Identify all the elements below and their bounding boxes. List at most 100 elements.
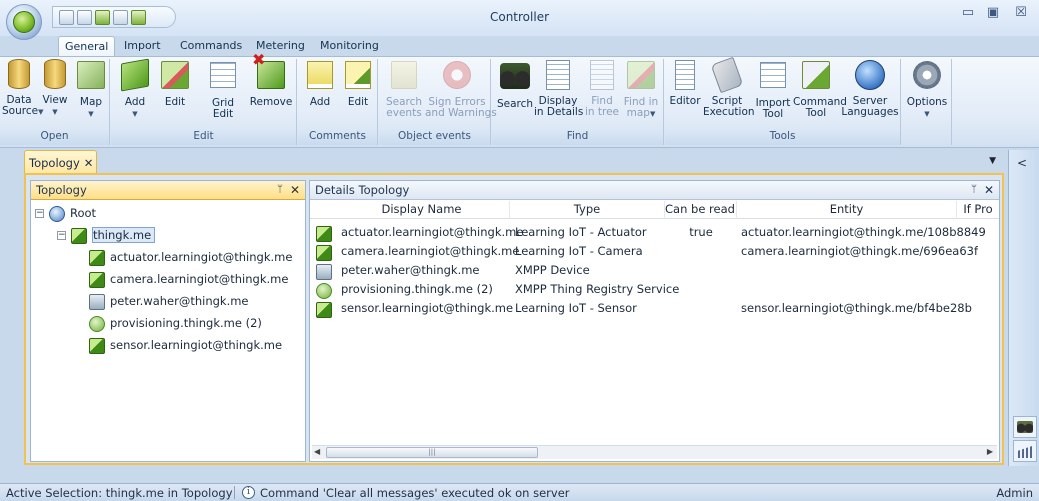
close-window-button[interactable]: ☒	[1011, 6, 1031, 22]
column-header-if-pro[interactable]: If Pro	[957, 201, 999, 219]
gear-icon	[913, 61, 941, 89]
import-icon	[760, 62, 786, 88]
cell-can-be-read	[665, 280, 737, 298]
import-tool-button[interactable]: Import Tool	[753, 59, 793, 120]
remove-node-button[interactable]: Remove	[249, 54, 293, 108]
tree-node-domain[interactable]: − thingk.me	[57, 226, 156, 244]
collapse-icon[interactable]: −	[35, 209, 44, 218]
database-icon	[8, 59, 30, 89]
cell-display-name: peter.waher@thingk.me	[341, 263, 480, 277]
side-search-button[interactable]	[1013, 416, 1037, 438]
side-chart-button[interactable]	[1013, 440, 1037, 462]
find-in-map-button[interactable]: Find in map▼	[622, 59, 660, 120]
tree-node-device[interactable]: actuator.learningiot@thingk.me	[89, 248, 292, 266]
chevron-left-icon[interactable]: <	[1017, 156, 1027, 170]
ribbon-group-label: Open	[0, 130, 109, 145]
ribbon-group-label: Object events	[379, 130, 490, 145]
green-device-icon	[89, 271, 105, 288]
registry-cube-icon	[316, 282, 332, 299]
ribbon-group-label: Find	[492, 130, 663, 145]
green-device-icon	[316, 301, 332, 318]
warning-icon	[391, 61, 417, 89]
ribbon-group-label: Edit	[111, 130, 296, 145]
chevron-down-icon[interactable]: ▼	[989, 156, 996, 166]
add-node-button[interactable]: Add ▼	[115, 58, 155, 120]
tree-node-root[interactable]: − Root	[35, 204, 96, 222]
details-pane-header: Details Topology ᛘ ✕	[310, 181, 999, 200]
column-header-type[interactable]: Type	[510, 201, 665, 219]
root-icon	[49, 205, 65, 222]
column-header-can-be-read[interactable]: Can be read.	[665, 201, 737, 219]
server-languages-button[interactable]: Server Languages	[841, 59, 899, 118]
search-events-button[interactable]: Search events	[383, 59, 425, 119]
globe-icon	[13, 11, 35, 33]
cell-display-name: sensor.learningiot@thingk.me	[341, 301, 514, 315]
close-tab-icon[interactable]: ✕	[84, 156, 94, 170]
tab-commands[interactable]: Commands	[174, 36, 248, 57]
cell-type: Learning IoT - Sensor	[515, 301, 637, 315]
tree-node-device[interactable]: peter.waher@thingk.me	[89, 292, 249, 310]
editor-button[interactable]: Editor	[667, 59, 703, 107]
green-device-icon	[89, 337, 105, 354]
options-button[interactable]: Options ▼	[906, 59, 948, 120]
column-header-display-name[interactable]: Display Name	[334, 201, 510, 219]
window-title: Controller	[489, 10, 550, 24]
close-pane-icon[interactable]: ✕	[290, 181, 300, 199]
data-source-button[interactable]: Data Source▼	[2, 59, 43, 118]
horizontal-scrollbar[interactable]: ◀ ||| ▶	[312, 445, 997, 459]
green-device-icon	[89, 249, 105, 266]
binoculars-icon	[500, 63, 530, 89]
xmpp-device-icon	[89, 293, 105, 310]
pin-icon[interactable]: ᛘ	[971, 181, 977, 199]
command-tool-button[interactable]: Command Tool	[793, 59, 847, 119]
add-comment-button[interactable]: Add	[302, 59, 338, 108]
application-menu-button[interactable]	[6, 4, 42, 40]
error-icon	[443, 61, 471, 89]
tab-topology[interactable]: Topology ✕	[24, 150, 97, 174]
tree-find-icon	[590, 60, 614, 90]
tab-import[interactable]: Import	[118, 36, 167, 57]
tab-general[interactable]: General	[58, 36, 116, 57]
scroll-right-icon[interactable]: ▶	[987, 447, 993, 456]
column-header-entity[interactable]: Entity	[737, 201, 957, 219]
ribbon-group-label: Tools	[665, 130, 900, 145]
domain-node-icon	[71, 227, 87, 244]
table-row[interactable]: peter.waher@thingk.me XMPP Device	[310, 261, 999, 280]
display-in-details-button[interactable]: Display in Details	[534, 59, 583, 118]
view-button[interactable]: View ▼	[38, 59, 72, 118]
table-row[interactable]: provisioning.thingk.me (2) XMPP Thing Re…	[310, 280, 999, 299]
xmpp-device-icon	[316, 263, 332, 280]
minimize-button[interactable]: ▭	[958, 6, 978, 22]
tree-node-device[interactable]: camera.learningiot@thingk.me	[89, 270, 288, 288]
binoculars-icon	[1017, 421, 1033, 433]
tree-node-device[interactable]: sensor.learningiot@thingk.me	[89, 336, 282, 354]
table-row[interactable]: sensor.learningiot@thingk.me Learning Io…	[310, 299, 999, 318]
search-button[interactable]: Search	[496, 59, 534, 110]
map-button[interactable]: Map ▼	[74, 59, 108, 120]
cell-display-name: camera.learningiot@thingk.me	[341, 244, 520, 258]
script-execution-button[interactable]: Script Execution	[703, 56, 755, 118]
status-bar: Active Selection: thingk.me in Topology …	[0, 483, 1039, 501]
maximize-button[interactable]: ▣	[983, 6, 1003, 22]
tab-monitoring[interactable]: Monitoring	[314, 36, 385, 57]
table-row[interactable]: camera.learningiot@thingk.me Learning Io…	[310, 242, 999, 261]
table-row[interactable]: actuator.learningiot@thingk.me Learning …	[310, 223, 999, 242]
scrollbar-thumb[interactable]: |||	[326, 447, 538, 458]
ribbon-group-edit: Add▼ Edit Grid Edit Remove Edit	[111, 54, 297, 145]
editor-icon	[675, 60, 695, 90]
grid-edit-icon	[210, 62, 236, 88]
ribbon-group-comments: Add Edit Comments	[298, 59, 378, 145]
collapse-icon[interactable]: −	[57, 231, 66, 240]
map-icon	[77, 61, 105, 89]
tree-node-device[interactable]: provisioning.thingk.me (2)	[89, 314, 262, 332]
find-in-tree-button[interactable]: Find in tree	[584, 59, 620, 118]
edit-comment-button[interactable]: Edit	[340, 59, 376, 108]
pin-icon[interactable]: ᛘ	[277, 181, 283, 199]
cell-type: Learning IoT - Camera	[515, 244, 643, 258]
ribbon-group-tools: Editor Script Execution Import Tool Comm…	[665, 56, 901, 145]
edit-node-button[interactable]: Edit	[155, 59, 195, 108]
grid-edit-button[interactable]: Grid Edit	[203, 59, 243, 120]
sign-errors-warnings-button[interactable]: Sign Errors and Warnings	[425, 59, 497, 119]
scroll-left-icon[interactable]: ◀	[314, 447, 320, 456]
close-pane-icon[interactable]: ✕	[984, 181, 994, 199]
